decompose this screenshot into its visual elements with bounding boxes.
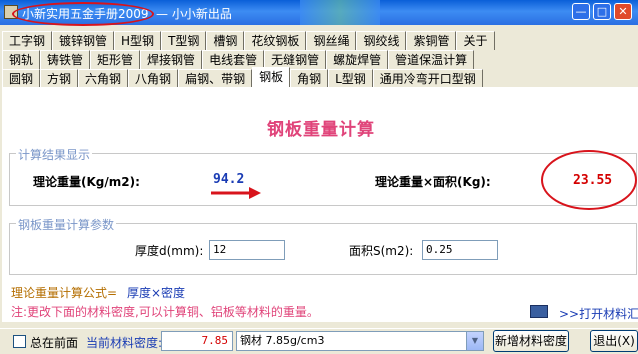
- tab-row2-3[interactable]: 焊接钢管: [140, 50, 203, 69]
- tab-row1-8[interactable]: 紫铜管: [406, 31, 457, 50]
- area-input[interactable]: 0.25: [422, 240, 498, 260]
- tab-row3-5[interactable]: 钢板: [252, 67, 291, 88]
- result-group-legend: 计算结果显示: [16, 146, 93, 163]
- bottom-bar: 总在前面 当前材料密度: 7.85 钢材 7.85g/cm3 ▼ 新增材料密度 …: [0, 328, 638, 354]
- tab-row3-2[interactable]: 六角钢: [78, 69, 129, 88]
- maximize-button[interactable]: □: [593, 3, 611, 20]
- calculator-icon[interactable]: [530, 305, 548, 318]
- title-bar: 小新实用五金手册2009 — 小小新出品 — □ ✕: [0, 0, 638, 26]
- tab-row1-4[interactable]: 槽钢: [206, 31, 245, 50]
- on-top-checkbox[interactable]: [13, 335, 26, 348]
- chevron-down-icon[interactable]: ▼: [466, 332, 483, 350]
- exit-button[interactable]: 退出(X): [590, 330, 638, 352]
- tab-row1-2[interactable]: H型钢: [114, 31, 162, 50]
- main-panel: 钢板重量计算 计算结果显示 理论重量(Kg/m2): 94.2 理论重量×面积(…: [2, 87, 638, 322]
- window-title-suffix: — 小小新出品: [156, 7, 232, 21]
- tab-row1-7[interactable]: 钢绞线: [356, 31, 407, 50]
- formula-label: 理论重量计算公式=: [11, 286, 118, 300]
- annotation-oval-title: [12, 2, 154, 26]
- tab-row3-7[interactable]: L型钢: [328, 69, 373, 88]
- tab-row3-6[interactable]: 角钢: [290, 69, 329, 88]
- tab-row1-9[interactable]: 关于: [456, 31, 495, 50]
- tab-row2-2[interactable]: 矩形管: [90, 50, 141, 69]
- tab-row3-3[interactable]: 八角钢: [128, 69, 179, 88]
- tab-row-2: 钢轨 铸铁管 矩形管 焊接钢管 电线套管 无缝钢管 螺旋焊管 管道保温计算: [2, 50, 475, 69]
- add-density-button[interactable]: 新增材料密度: [493, 330, 569, 352]
- annotation-arrow: [211, 187, 261, 199]
- param-group: 钢板重量计算参数: [9, 216, 637, 275]
- tab-row2-1[interactable]: 铸铁管: [40, 50, 91, 69]
- annotation-oval-result: [541, 150, 637, 210]
- on-top-label[interactable]: 总在前面: [30, 334, 78, 351]
- tab-row1-3[interactable]: T型钢: [161, 31, 207, 50]
- area-label: 面积S(m2):: [349, 244, 414, 258]
- minimize-button[interactable]: —: [572, 3, 590, 20]
- tab-row-1: 工字钢 镀锌钢管 H型钢 T型钢 槽钢 花纹钢板 钢丝绳 钢绞线 紫铜管 关于: [2, 31, 495, 50]
- formula-expression: 厚度×密度: [127, 286, 186, 300]
- close-button[interactable]: ✕: [614, 3, 632, 20]
- open-summary-link[interactable]: >>打开材料汇总: [559, 305, 638, 322]
- tab-row3-8[interactable]: 通用冷弯开口型钢: [372, 69, 483, 88]
- tab-row1-1[interactable]: 镀锌钢管: [52, 31, 115, 50]
- thickness-input[interactable]: 12: [209, 240, 285, 260]
- tab-row2-7[interactable]: 管道保温计算: [388, 50, 475, 69]
- thickness-label: 厚度d(mm):: [135, 244, 204, 258]
- density-label: 当前材料密度:: [86, 336, 163, 350]
- tab-row1-0[interactable]: 工字钢: [2, 31, 53, 50]
- tab-row3-4[interactable]: 扁钢、带钢: [178, 69, 253, 88]
- tab-row2-6[interactable]: 螺旋焊管: [326, 50, 389, 69]
- weight-area-label: 理论重量×面积(Kg):: [375, 175, 491, 189]
- title-bar-decoration: [300, 0, 380, 25]
- tab-row2-0[interactable]: 钢轨: [2, 50, 41, 69]
- material-select[interactable]: 钢材 7.85g/cm3 ▼: [236, 331, 484, 351]
- tab-row3-0[interactable]: 圆钢: [2, 69, 41, 88]
- page-title: 钢板重量计算: [267, 120, 375, 140]
- tab-row1-5[interactable]: 花纹钢板: [244, 31, 307, 50]
- param-group-legend: 钢板重量计算参数: [16, 216, 117, 233]
- tab-row-3: 圆钢 方钢 六角钢 八角钢 扁钢、带钢 钢板 角钢 L型钢 通用冷弯开口型钢: [2, 67, 483, 88]
- density-input[interactable]: 7.85: [161, 331, 233, 351]
- theory-weight-label: 理论重量(Kg/m2):: [33, 175, 140, 189]
- tab-row3-1[interactable]: 方钢: [40, 69, 79, 88]
- note-text: 注:更改下面的材料密度,可以计算铜、铝板等材料的重量。: [11, 305, 319, 319]
- material-select-value: 钢材 7.85g/cm3: [240, 334, 325, 347]
- tab-row1-6[interactable]: 钢丝绳: [306, 31, 357, 50]
- theory-weight-value: 94.2: [213, 172, 245, 187]
